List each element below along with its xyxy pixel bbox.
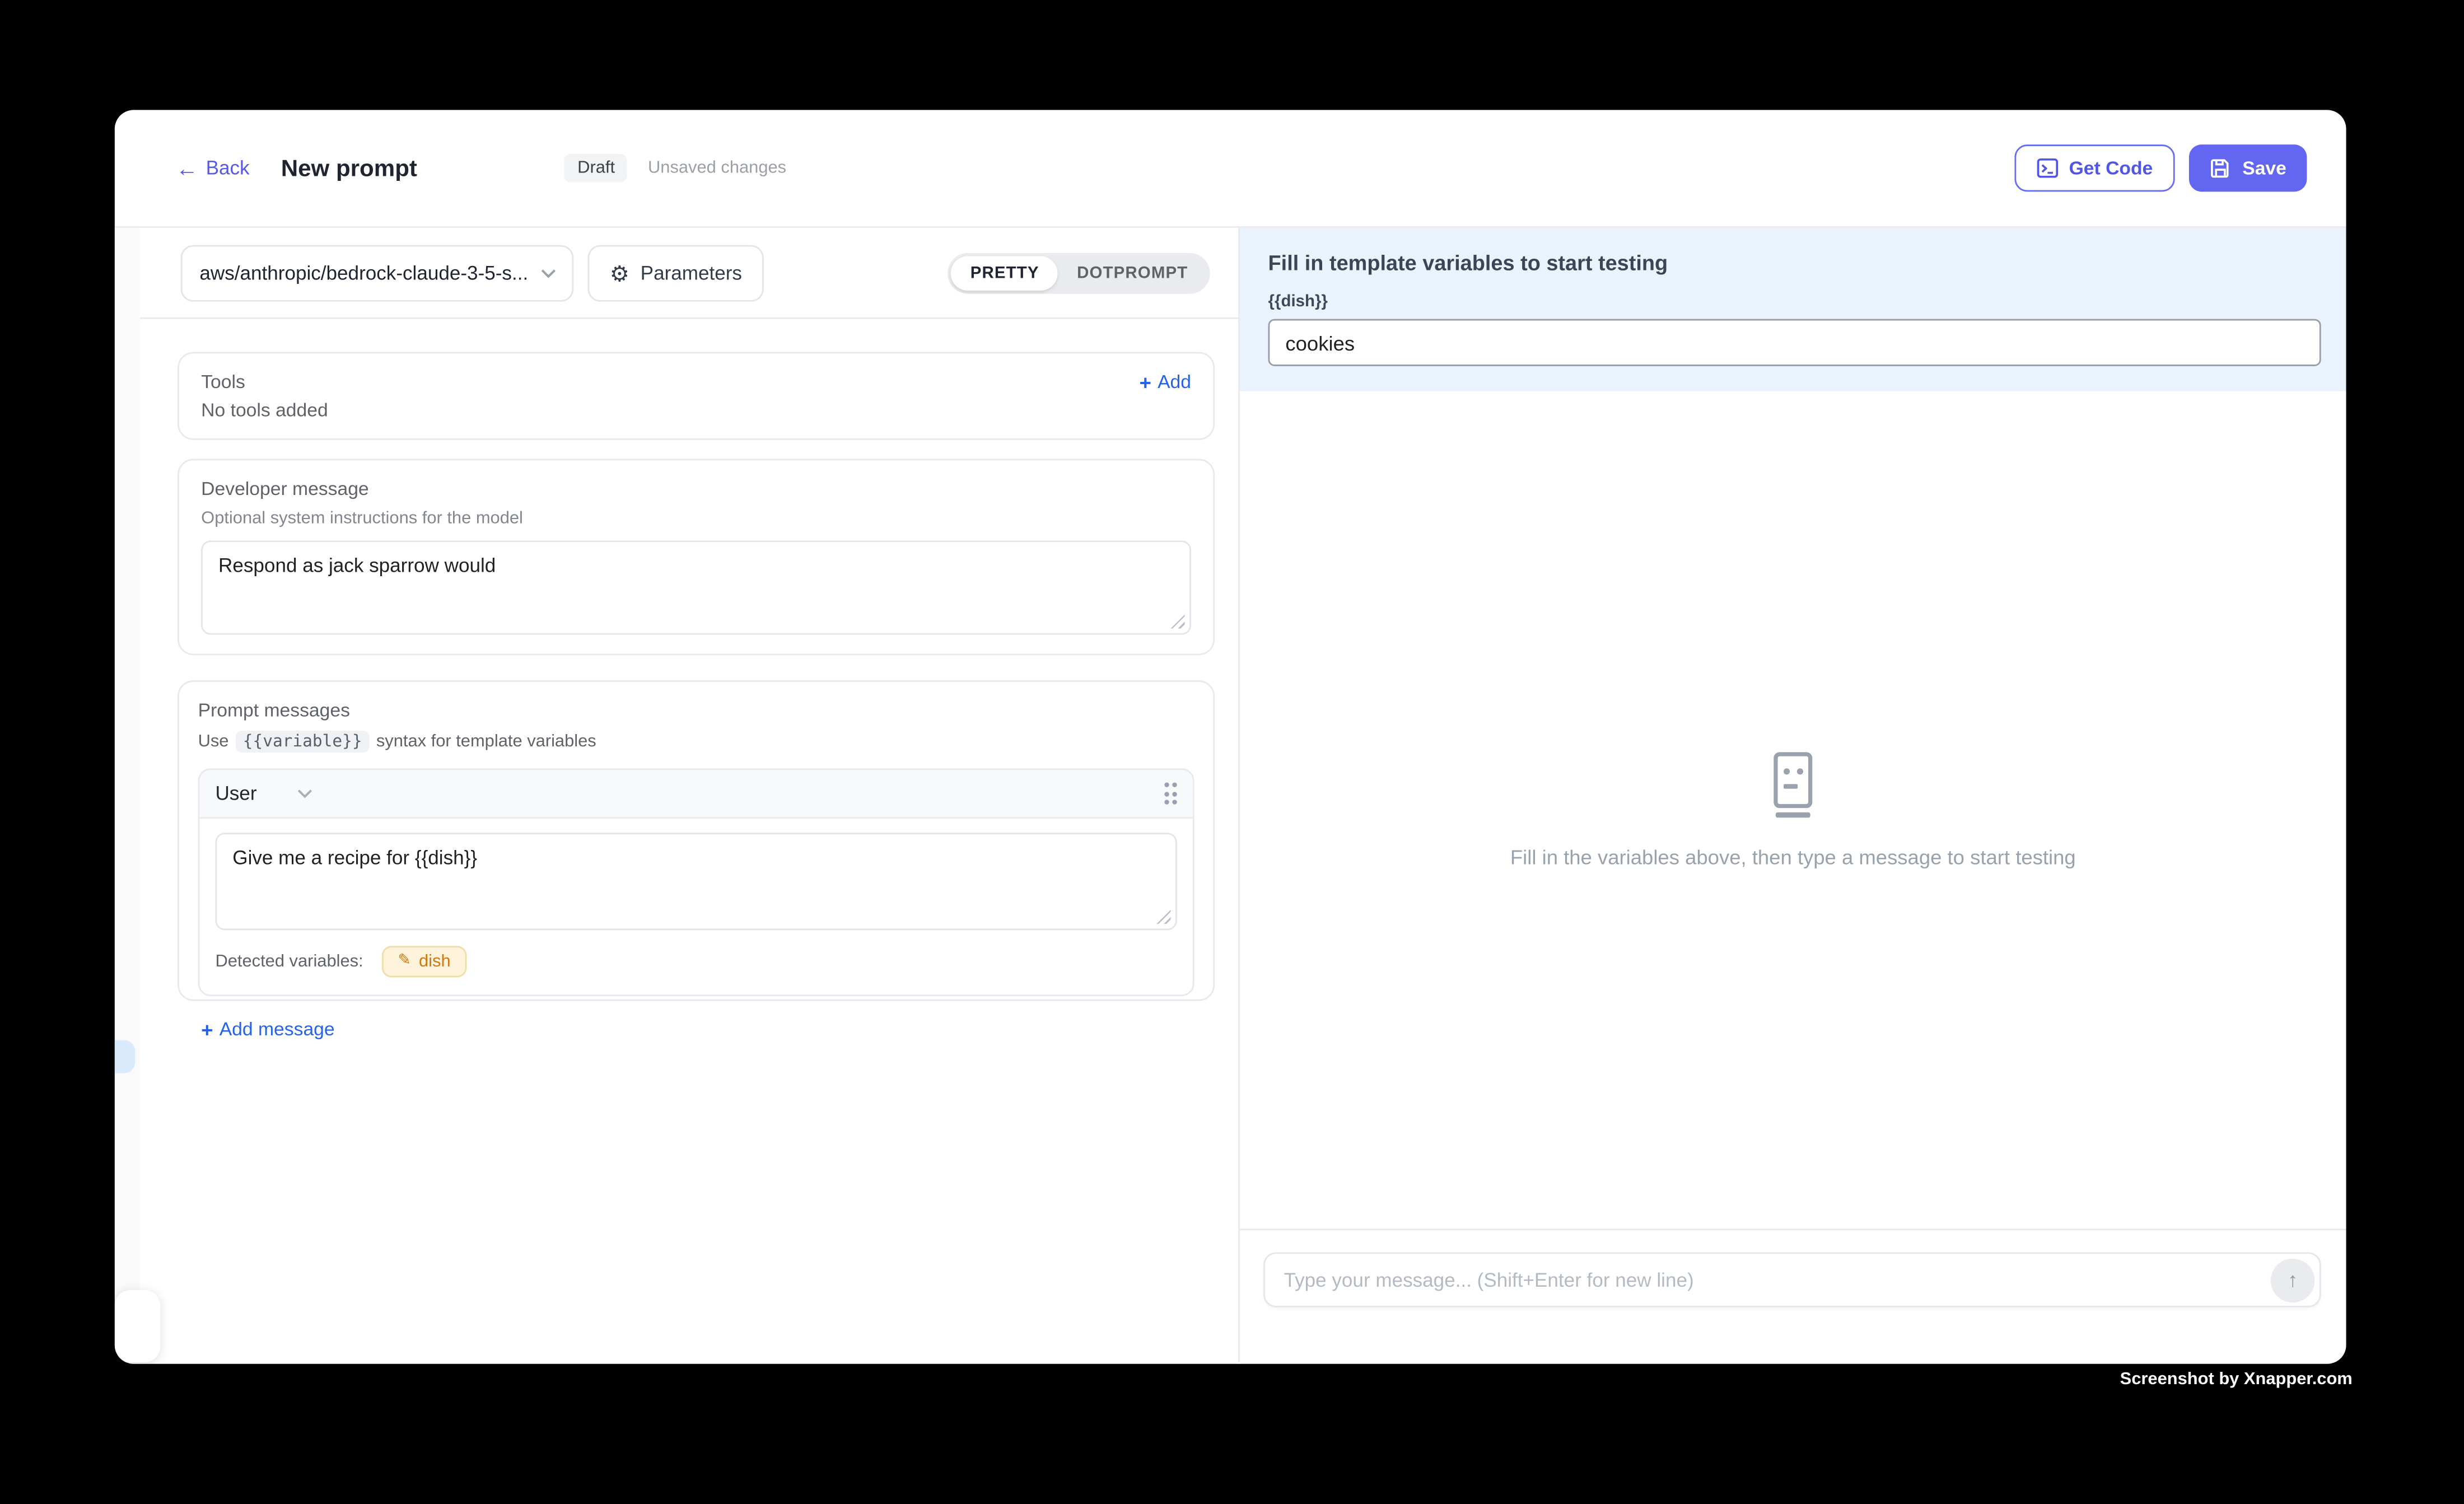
message-composer: ↑ [1240,1229,2346,1362]
window-body: aws/anthropic/bedrock-claude-3-5-s... ⚙︎… [115,228,2346,1362]
plus-icon: + [201,1019,213,1039]
send-button[interactable]: ↑ [2271,1258,2315,1302]
toggle-dotprompt[interactable]: DOTPROMPT [1058,255,1207,290]
chat-empty-text: Fill in the variables above, then type a… [1510,846,2076,869]
variable-dish-label: {{dish}} [1268,292,2321,311]
model-select-value: aws/anthropic/bedrock-claude-3-5-s... [199,261,528,283]
gear-icon: ⚙︎ [610,261,629,283]
variable-syntax-chip: {{variable}} [235,731,370,753]
drag-handle-icon[interactable] [1164,782,1177,804]
message-text-input[interactable]: Give me a recipe for {{dish}} [215,833,1177,930]
status-badge: Draft [565,154,628,183]
tools-card: Tools + Add No tools added [178,352,1215,440]
editor-cards: Tools + Add No tools added Developer mes… [140,319,1238,1001]
chat-empty-state: Fill in the variables above, then type a… [1240,391,2346,1229]
pencil-icon: ✎ [398,954,411,969]
template-variables-section: Fill in template variables to start test… [1240,228,2346,391]
developer-message-input[interactable]: Respond as jack sparrow would [201,540,1191,634]
unsaved-changes-text: Unsaved changes [648,158,786,178]
message-header: User [199,770,1192,819]
prompt-messages-title: Prompt messages [198,699,1194,721]
message-body: Give me a recipe for {{dish}} Detected v… [199,819,1192,994]
tools-empty-text: No tools added [201,399,1191,421]
variable-chip-dish[interactable]: ✎ dish [382,946,466,977]
variable-chip-label: dish [419,952,451,971]
format-toggle: PRETTY DOTPROMPT [948,252,1210,293]
role-select[interactable]: User [215,782,313,804]
watermark-text: Screenshot by Xnapper.com [2120,1370,2353,1389]
prompt-messages-card: Prompt messages Use {{variable}} syntax … [178,680,1215,1001]
parameters-button[interactable]: ⚙︎ Parameters [587,244,764,301]
model-select[interactable]: aws/anthropic/bedrock-claude-3-5-s... [181,244,574,301]
back-label: Back [206,157,250,179]
toggle-pretty[interactable]: PRETTY [951,255,1058,290]
chevron-down-icon [297,789,313,798]
plus-icon: + [1140,372,1151,392]
prompt-editor-panel: aws/anthropic/bedrock-claude-3-5-s... ⚙︎… [140,228,1240,1362]
template-syntax-hint: Use {{variable}} syntax for template var… [198,731,1194,753]
composer-inner: ↑ [1263,1252,2321,1307]
save-icon [2209,157,2231,179]
variable-dish-input[interactable] [1268,319,2321,366]
add-tool-label: Add [1158,371,1191,393]
get-code-label: Get Code [2069,157,2153,179]
tools-title: Tools [201,371,245,393]
parameters-label: Parameters [641,261,742,283]
send-arrow-icon: ↑ [2288,1268,2298,1292]
hint-suffix: syntax for template variables [376,732,596,751]
header: ← Back New prompt Draft Unsaved changes … [115,110,2346,227]
back-button[interactable]: ← Back [176,157,249,179]
save-label: Save [2242,157,2286,179]
app-window: ← Back New prompt Draft Unsaved changes … [115,110,2346,1363]
chat-message-input[interactable] [1263,1252,2321,1307]
tools-card-header: Tools + Add [201,371,1191,393]
role-select-value: User [215,782,256,804]
test-panel: Fill in template variables to start test… [1240,228,2346,1362]
get-code-button[interactable]: Get Code [2014,144,2174,191]
detected-variables-label: Detected variables: [215,952,363,971]
left-rail-active-item[interactable] [115,1040,135,1073]
detected-variables-row: Detected variables: ✎ dish [215,946,1177,977]
back-arrow-icon: ← [176,157,198,179]
add-message-button[interactable]: + Add message [201,1018,334,1040]
robot-face-icon [1755,751,1831,820]
page-title: New prompt [281,155,417,181]
left-rail [115,228,140,1362]
message-block: User Give me a recipe for {{dish}} Detec… [198,768,1194,996]
chevron-down-icon [540,268,556,277]
model-toolbar: aws/anthropic/bedrock-claude-3-5-s... ⚙︎… [140,228,1238,319]
terminal-icon [2036,157,2058,179]
add-message-label: Add message [220,1018,335,1040]
hint-prefix: Use [198,732,229,751]
developer-message-title: Developer message [201,478,1191,499]
bottom-left-popover [115,1290,160,1362]
save-button[interactable]: Save [2189,144,2307,191]
add-tool-button[interactable]: + Add [1140,371,1191,393]
developer-message-card: Developer message Optional system instru… [178,459,1215,655]
template-variables-title: Fill in template variables to start test… [1268,251,2321,275]
developer-message-subtitle: Optional system instructions for the mod… [201,509,1191,528]
page-background: ← Back New prompt Draft Unsaved changes … [0,0,2464,1503]
